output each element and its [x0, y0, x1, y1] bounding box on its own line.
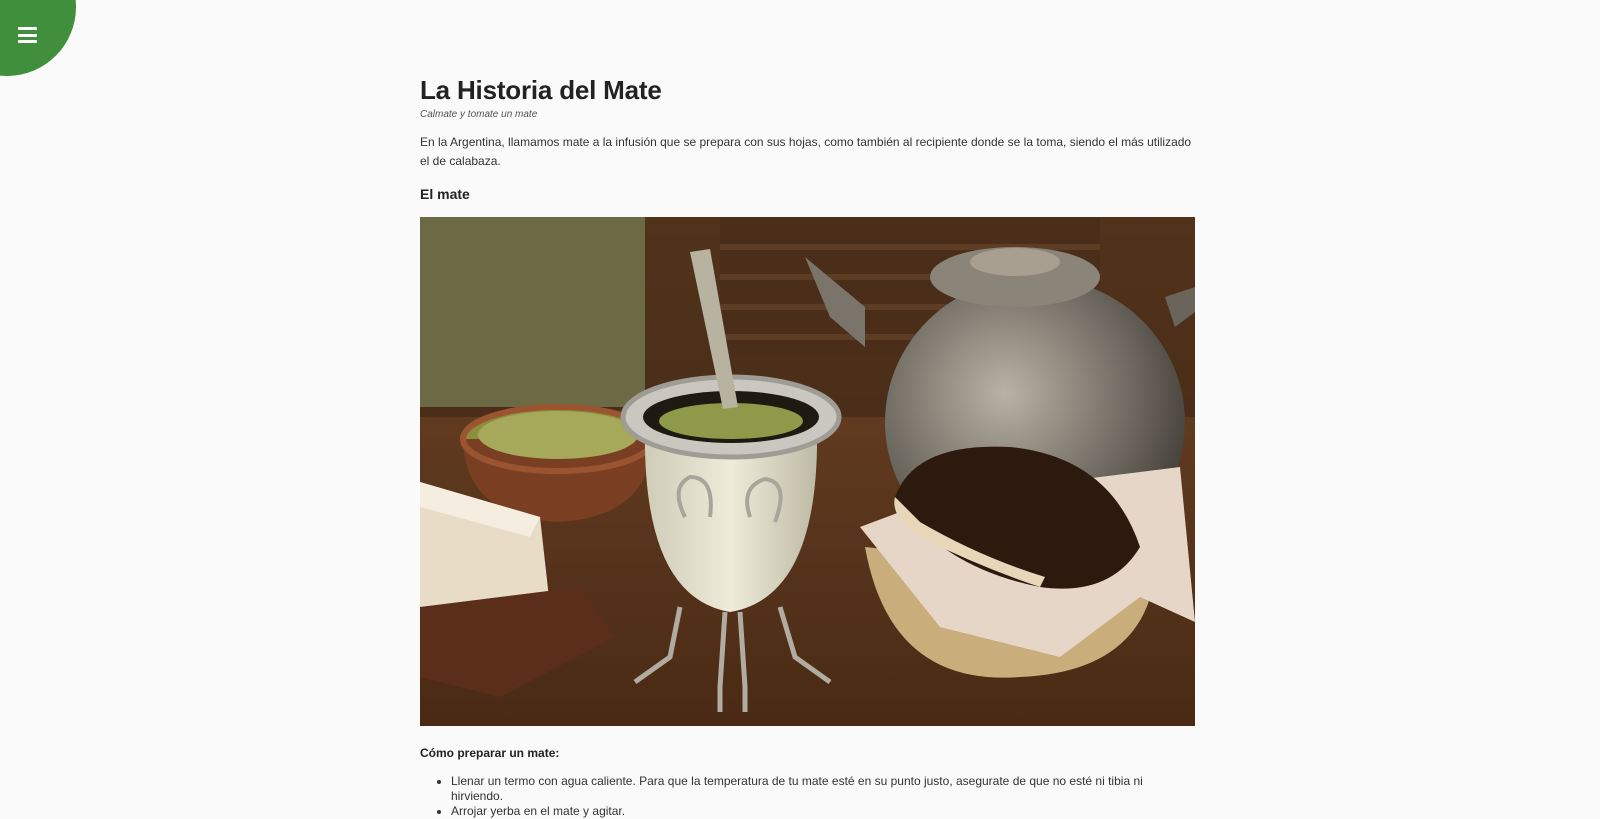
list-item: Llenar un termo con agua caliente. Para …: [451, 774, 1195, 804]
steps-list: Llenar un termo con agua caliente. Para …: [420, 774, 1195, 819]
mate-photo: [420, 217, 1195, 726]
page-subtitle: Calmate y tomate un mate: [420, 109, 538, 120]
hamburger-menu-icon[interactable]: [18, 27, 37, 43]
intro-paragraph: En la Argentina, llamamos mate a la infu…: [420, 135, 1192, 168]
section-heading: El mate: [420, 186, 470, 202]
list-item: Arrojar yerba en el mate y agitar.: [451, 804, 1195, 819]
article: La Historia del Mate Calmate y tomate un…: [420, 72, 1195, 819]
menu-toggle-button[interactable]: [0, 0, 76, 76]
howto-heading: Cómo preparar un mate:: [420, 746, 560, 760]
page-title: La Historia del Mate: [420, 75, 662, 105]
